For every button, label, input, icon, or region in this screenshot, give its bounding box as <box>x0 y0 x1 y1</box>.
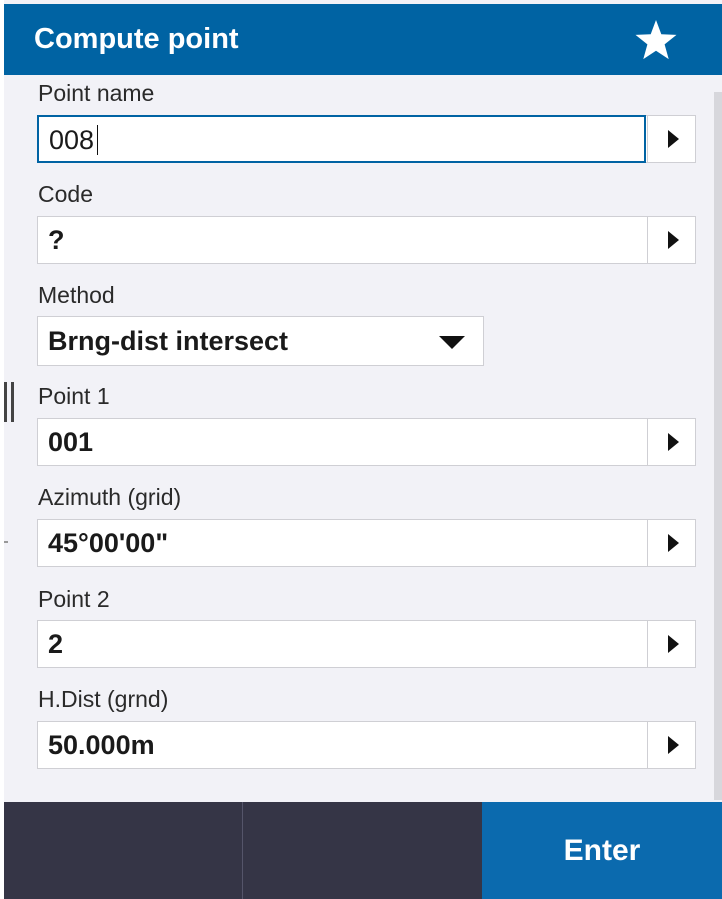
point-name-input-box[interactable]: 008 <box>37 115 646 163</box>
enter-button[interactable]: Enter <box>482 802 722 899</box>
point2-label: Point 2 <box>38 586 110 612</box>
point1-arrow-button[interactable] <box>647 419 695 465</box>
point2-value: 2 <box>48 629 64 659</box>
code-label: Code <box>38 181 93 207</box>
softkey-2[interactable] <box>243 802 482 899</box>
scrollbar[interactable] <box>714 92 722 800</box>
method-label: Method <box>38 282 115 308</box>
star-icon[interactable] <box>634 18 678 62</box>
point-name-label: Point name <box>38 80 155 106</box>
method-value: Brng-dist intersect <box>48 326 289 356</box>
edge-divider <box>4 541 8 543</box>
point1-label: Point 1 <box>38 383 110 409</box>
azimuth-field[interactable]: 45°00'00" <box>37 519 696 567</box>
hdist-field[interactable]: 50.000m <box>37 721 696 769</box>
point1-value: 001 <box>48 427 94 457</box>
point-name-arrow-button[interactable] <box>647 116 695 162</box>
code-arrow-button[interactable] <box>647 217 695 263</box>
point1-field[interactable]: 001 <box>37 418 696 466</box>
point2-arrow-button[interactable] <box>647 621 695 667</box>
compute-point-panel: Compute point Point name 008 Code ? Meth… <box>4 0 722 899</box>
method-dropdown[interactable]: Brng-dist intersect <box>37 316 484 366</box>
point2-field[interactable]: 2 <box>37 620 696 668</box>
point-name-value: 008 <box>49 125 95 155</box>
azimuth-value: 45°00'00" <box>48 528 169 558</box>
azimuth-arrow-button[interactable] <box>647 520 695 566</box>
hdist-value: 50.000m <box>48 730 155 760</box>
title-bar: Compute point <box>4 4 722 75</box>
softkey-1[interactable] <box>4 802 243 899</box>
panel-resize-handle[interactable] <box>4 382 16 422</box>
chevron-down-icon <box>439 336 465 349</box>
point-name-field[interactable]: 008 <box>37 115 696 163</box>
azimuth-label: Azimuth (grid) <box>38 484 182 510</box>
code-field[interactable]: ? <box>37 216 696 264</box>
softkey-bar: Enter <box>4 802 722 899</box>
hdist-label: H.Dist (grnd) <box>38 686 169 712</box>
hdist-arrow-button[interactable] <box>647 722 695 768</box>
page-title: Compute point <box>34 23 239 55</box>
code-value: ? <box>48 225 65 255</box>
text-caret <box>97 125 98 155</box>
